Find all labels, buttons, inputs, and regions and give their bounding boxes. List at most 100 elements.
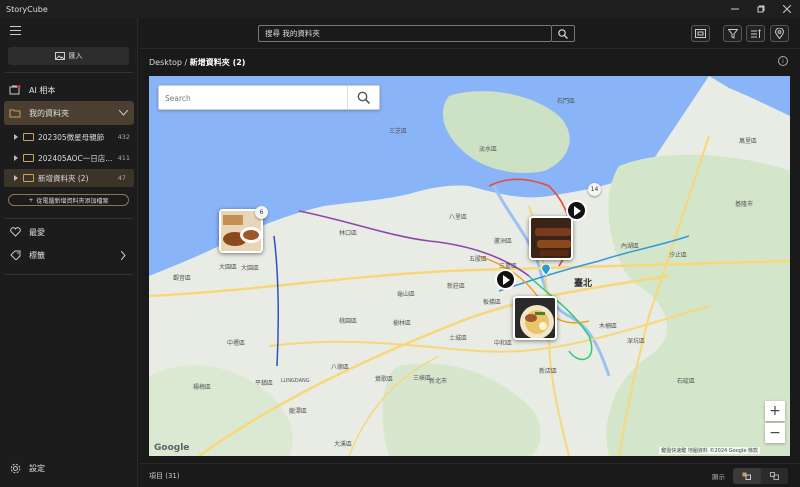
- map-label: 木柵區: [599, 323, 618, 330]
- maximize-button[interactable]: [748, 0, 774, 18]
- map-label: 蘆洲區: [494, 238, 513, 245]
- ai-album-label: AI 相本: [29, 85, 56, 95]
- window-controls: [722, 0, 800, 18]
- minimize-button[interactable]: [722, 0, 748, 18]
- sidebar: 匯入 AI 相本 我的資料夾 202305微星母親節 432 202405AOC…: [0, 18, 138, 487]
- add-folder-button[interactable]: + 從電腦新增資料夾添加檔案: [8, 194, 129, 206]
- caret-right-icon: [14, 175, 18, 181]
- folder-icon: [23, 154, 34, 162]
- map-attribution[interactable]: 鍵盤快速鍵 地圖資料 ©2024 Google 條款: [659, 447, 760, 454]
- location-marker-icon: [541, 264, 551, 276]
- map-label: 三芝區: [389, 128, 408, 135]
- maximize-icon: [757, 5, 765, 13]
- grid-mode-icon: [769, 472, 779, 480]
- main-panel: 搜尋 我的資料夾 Desktop / 新增資料夾 (2) i 淡水區 三芝區 八…: [139, 18, 800, 487]
- folder-item[interactable]: 202405AOC一日店... 411: [0, 149, 138, 167]
- breadcrumb-current: 新增資料夾 (2): [189, 58, 246, 67]
- map-label: 大溪區: [334, 441, 353, 448]
- settings-label: 設定: [29, 463, 45, 473]
- map-search-input[interactable]: Search: [158, 85, 380, 110]
- gear-icon: [9, 463, 21, 473]
- map-search-button[interactable]: [347, 86, 379, 109]
- view-mode-toggle: [733, 468, 788, 484]
- info-icon[interactable]: i: [778, 56, 788, 66]
- image-icon: [54, 52, 65, 60]
- filter-button[interactable]: [723, 25, 742, 42]
- zoom-in-button[interactable]: +: [765, 401, 785, 421]
- folder-name: 新增資料夾 (2): [38, 173, 89, 183]
- map-mode-button[interactable]: [733, 468, 761, 484]
- map-label: 大園區: [241, 265, 260, 272]
- cluster-count-badge: 6: [255, 206, 268, 219]
- photo-cluster-pin[interactable]: [529, 216, 573, 260]
- folder-icon: [23, 133, 34, 141]
- folder-name: 202305微星母親節: [38, 132, 105, 142]
- sidebar-item-favorites[interactable]: 最愛: [0, 225, 138, 239]
- sort-button[interactable]: [746, 25, 765, 42]
- video-play-button[interactable]: [495, 269, 516, 290]
- grid-mode-button[interactable]: [761, 468, 789, 484]
- divider: [5, 218, 133, 219]
- folder-item-active[interactable]: 新增資料夾 (2) 47: [4, 169, 134, 187]
- breadcrumb-separator: /: [184, 58, 188, 67]
- photo-pin[interactable]: [513, 296, 557, 340]
- divider: [5, 274, 133, 275]
- search-button[interactable]: [552, 25, 575, 42]
- map-label: 樹林區: [393, 320, 412, 327]
- breadcrumb-root[interactable]: Desktop: [149, 58, 182, 67]
- sidebar-item-settings[interactable]: 設定: [0, 461, 138, 475]
- map-view[interactable]: 淡水區 三芝區 八里區 五股區 蘆洲區 三重區 新莊區 板橋區 中和區 永和區 …: [149, 76, 790, 456]
- top-toolbar: 搜尋 我的資料夾: [139, 18, 800, 49]
- zoom-out-button[interactable]: −: [765, 423, 785, 443]
- map-label: 新北市: [429, 378, 448, 385]
- my-folders-label: 我的資料夾: [29, 108, 69, 118]
- favorites-label: 最愛: [29, 227, 45, 237]
- app-title: StoryCube: [6, 4, 48, 14]
- map-label: 新店區: [539, 368, 558, 375]
- map-label: LUNGDANG: [281, 378, 310, 384]
- map-label: 八德區: [331, 364, 350, 371]
- import-button[interactable]: 匯入: [8, 47, 129, 65]
- folder-icon: [9, 108, 21, 118]
- add-folder-label: 從電腦新增資料夾添加檔案: [36, 197, 109, 205]
- map-label: 臺北: [574, 279, 593, 289]
- food-photo-thumbnail: [531, 218, 571, 258]
- display-label: 顯示: [712, 473, 725, 481]
- map-label: 楊梅區: [193, 384, 212, 391]
- google-logo: Google: [154, 443, 190, 453]
- search-input[interactable]: 搜尋 我的資料夾: [258, 25, 552, 42]
- video-play-button[interactable]: [566, 200, 587, 221]
- map-label: 中和區: [494, 340, 513, 347]
- search-icon: [558, 28, 568, 39]
- map-label: 五股區: [469, 256, 488, 263]
- map-label: 汐止區: [669, 252, 688, 259]
- breadcrumb: Desktop / 新增資料夾 (2): [149, 57, 245, 68]
- map-view-button[interactable]: [770, 25, 789, 42]
- slideshow-button[interactable]: [691, 25, 710, 42]
- map-label: 平鎮區: [255, 380, 274, 387]
- caret-right-icon: [14, 134, 18, 140]
- map-label: 石碇區: [677, 378, 696, 385]
- map-label: 石門區: [557, 98, 576, 105]
- ai-album-icon: [9, 85, 21, 95]
- sidebar-item-my-folders[interactable]: 我的資料夾: [0, 106, 138, 120]
- folder-item[interactable]: 202305微星母親節 432: [0, 128, 138, 146]
- sort-icon: [750, 28, 761, 38]
- slideshow-icon: [695, 29, 706, 38]
- sidebar-item-tags[interactable]: 標籤: [0, 248, 138, 262]
- divider: [5, 72, 133, 73]
- map-label: 八里區: [449, 214, 468, 221]
- status-bar: 項目 (31) 顯示: [139, 463, 800, 487]
- close-icon: [783, 5, 791, 13]
- minimize-icon: [731, 8, 739, 10]
- map-mode-icon: [742, 472, 752, 480]
- sidebar-item-ai-album[interactable]: AI 相本: [0, 83, 138, 97]
- menu-icon[interactable]: [10, 26, 21, 35]
- map-label: 龍潭區: [289, 408, 308, 415]
- folder-name: 202405AOC一日店...: [38, 153, 113, 163]
- cluster-count-badge: 14: [588, 183, 601, 196]
- tags-label: 標籤: [29, 250, 45, 260]
- search-placeholder: 搜尋 我的資料夾: [265, 29, 320, 38]
- location-pin-icon: [775, 28, 784, 39]
- close-button[interactable]: [774, 0, 800, 18]
